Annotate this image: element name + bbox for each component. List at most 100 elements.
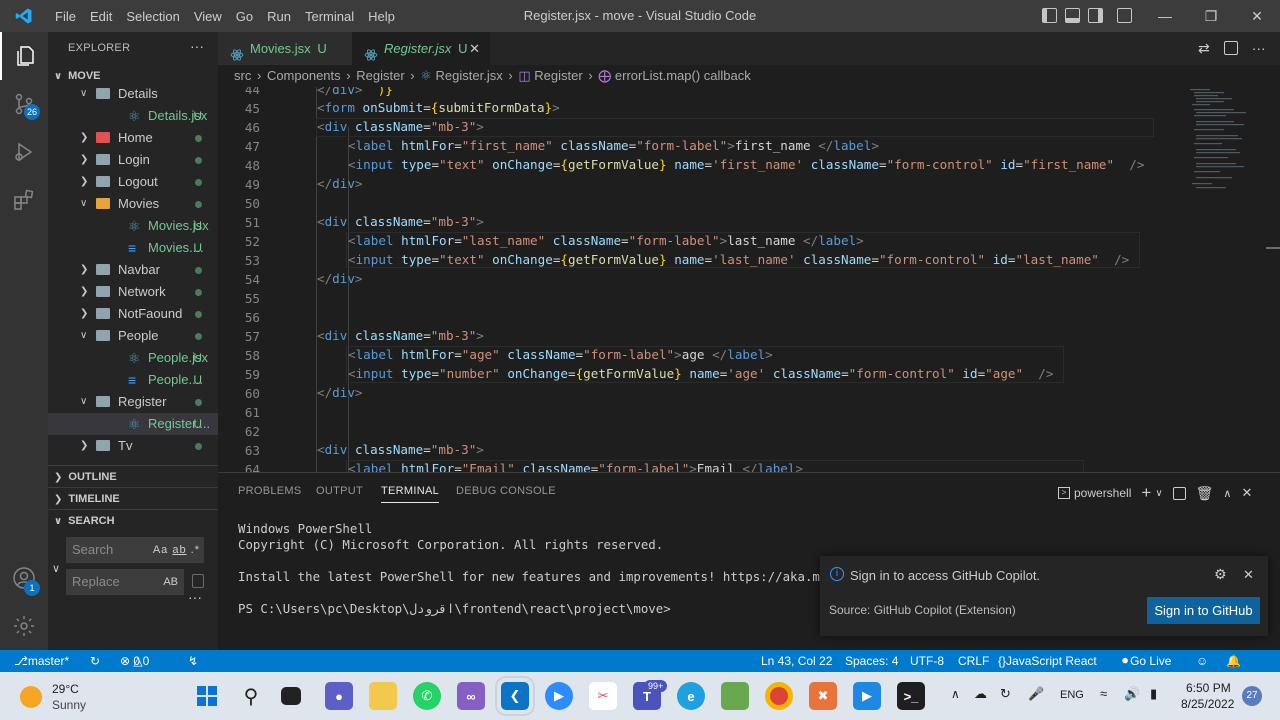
search-more-icon[interactable]: ···: [188, 589, 202, 605]
encoding[interactable]: UTF-8: [910, 650, 944, 672]
go-live-button[interactable]: ⚫ Go Live: [1120, 650, 1171, 672]
replace-input[interactable]: Replace AB: [66, 569, 184, 595]
extensions-icon[interactable]: [0, 176, 48, 224]
toggle-panel-icon[interactable]: [1065, 8, 1080, 23]
tree-item[interactable]: ∨ Details: [48, 87, 218, 105]
minimize-icon[interactable]: —: [1142, 0, 1188, 32]
language-indicator[interactable]: ENG: [1060, 689, 1084, 701]
gear-icon[interactable]: ⚙: [1214, 566, 1227, 583]
tree-item[interactable]: ≡ Movies.... U: [48, 237, 218, 259]
live-share-icon[interactable]: ↯: [188, 650, 198, 672]
problems-indicator[interactable]: ⊗ 0 △ 0: [120, 650, 149, 672]
minimap[interactable]: [1186, 87, 1280, 472]
visual-studio-icon[interactable]: ∞: [457, 682, 485, 710]
source-control-icon[interactable]: 26: [0, 80, 48, 128]
tree-item[interactable]: ⚛ Details.jsx U: [48, 105, 218, 127]
cursor-position[interactable]: Ln 43, Col 22: [761, 650, 832, 672]
tree-item[interactable]: ❯ Logout: [48, 171, 218, 193]
close-tab-icon[interactable]: ✕: [469, 32, 480, 65]
tree-item[interactable]: ❯ NotFaound: [48, 303, 218, 325]
language-mode[interactable]: {} JavaScript React: [998, 650, 1097, 672]
chevron-down-icon[interactable]: ∨: [1155, 488, 1162, 499]
microphone-icon[interactable]: 🎤: [1028, 686, 1044, 702]
volume-icon[interactable]: 🔊: [1124, 686, 1140, 702]
toggle-sidebar-icon[interactable]: [1042, 8, 1057, 23]
close-icon[interactable]: ✕: [1243, 567, 1254, 583]
restore-icon[interactable]: ❐: [1188, 0, 1234, 32]
tree-item[interactable]: ❯ Home: [48, 127, 218, 149]
branch-indicator[interactable]: ⎇ master*: [14, 650, 69, 672]
tree-item[interactable]: ⚛ Register.... U: [48, 413, 218, 435]
regex-icon[interactable]: .*: [191, 544, 200, 556]
more-actions-icon[interactable]: ···: [1252, 40, 1266, 57]
tree-item[interactable]: ⚛ Movies.jsx U: [48, 215, 218, 237]
cloud-icon[interactable]: ☁: [974, 686, 987, 702]
account-icon[interactable]: ☺: [1196, 650, 1208, 672]
breadcrumb-register-file[interactable]: Register.jsx: [436, 68, 503, 83]
customize-layout-icon[interactable]: [1117, 8, 1132, 23]
menu-edit[interactable]: Edit: [83, 9, 119, 24]
tree-item[interactable]: ❯ Navbar: [48, 259, 218, 281]
breadcrumb-register-folder[interactable]: Register: [356, 68, 404, 83]
clock-time[interactable]: 6:50 PM: [1186, 681, 1231, 695]
menu-view[interactable]: View: [187, 9, 229, 24]
breadcrumb-src[interactable]: src: [234, 68, 251, 83]
more-actions-icon[interactable]: ···: [190, 38, 204, 54]
tab-debug-console[interactable]: DEBUG CONSOLE: [456, 485, 556, 497]
bell-icon[interactable]: 🔔: [1226, 650, 1241, 672]
battery-icon[interactable]: ▮: [1150, 686, 1157, 702]
split-terminal-icon[interactable]: [1172, 486, 1186, 500]
compare-icon[interactable]: ⇄: [1198, 40, 1210, 57]
breadcrumb-callback[interactable]: errorList.map() callback: [615, 68, 751, 83]
task-view-icon[interactable]: [281, 687, 301, 705]
shell-selector[interactable]: powershell: [1074, 486, 1131, 500]
teams-chat-icon[interactable]: ●: [325, 682, 353, 710]
breadcrumb-components[interactable]: Components: [267, 68, 341, 83]
tree-item[interactable]: ≡ People.... U: [48, 369, 218, 391]
sync-icon[interactable]: ↻: [90, 650, 100, 672]
tree-item[interactable]: ∨ People: [48, 325, 218, 347]
vscode-taskbar-icon[interactable]: ❮: [495, 676, 535, 716]
manage-gear-icon[interactable]: [0, 602, 48, 650]
xampp-icon[interactable]: ✖: [809, 682, 837, 710]
wifi-icon[interactable]: ≈: [1100, 686, 1107, 701]
explorer-icon[interactable]: [0, 32, 48, 80]
notification-count-badge[interactable]: 27: [1242, 686, 1262, 706]
toggle-secondary-sidebar-icon[interactable]: [1088, 8, 1103, 23]
menu-file[interactable]: File: [48, 9, 83, 24]
menu-selection[interactable]: Selection: [119, 9, 186, 24]
search-input[interactable]: Search Aa ab .*: [66, 537, 204, 563]
code-editor[interactable]: 44 45 46 47 48 49 50 51 52 53 54 55 56 57 58 59 60 61 62 63…: [218, 87, 1280, 472]
chrome-icon[interactable]: [765, 682, 793, 710]
menu-run[interactable]: Run: [260, 9, 298, 24]
tree-item[interactable]: ∨ Movies: [48, 193, 218, 215]
sun-icon[interactable]: [20, 686, 42, 708]
search-options[interactable]: Aa ab .*: [153, 537, 200, 563]
trash-icon[interactable]: 🗑: [1196, 485, 1214, 502]
tree-item[interactable]: ❯ Login: [48, 149, 218, 171]
sync-app-icon[interactable]: ↻: [1000, 686, 1011, 702]
search-icon[interactable]: ⚲: [237, 682, 265, 710]
sign-in-github-button[interactable]: Sign in to GitHub: [1147, 597, 1260, 624]
edge-icon[interactable]: e: [677, 682, 705, 710]
tab-output[interactable]: OUTPUT: [316, 485, 363, 497]
chevron-up-icon[interactable]: ∧: [951, 687, 960, 701]
menu-help[interactable]: Help: [361, 9, 402, 24]
close-panel-icon[interactable]: ✕: [1241, 485, 1252, 501]
tab-movies-jsx[interactable]: Movies.jsx U: [218, 32, 352, 65]
search-section[interactable]: ∨ SEARCH: [48, 509, 218, 531]
whatsapp-icon[interactable]: ✆: [413, 682, 441, 710]
preserve-case-icon[interactable]: AB: [163, 569, 178, 595]
snipping-tool-icon[interactable]: ✂: [589, 682, 617, 710]
tree-item[interactable]: ❯ Network: [48, 281, 218, 303]
close-window-icon[interactable]: ✕: [1234, 0, 1280, 32]
media-player-icon[interactable]: ▶: [853, 682, 881, 710]
terminal-app-icon[interactable]: >_: [897, 682, 925, 710]
tree-item[interactable]: ∨ Register: [48, 391, 218, 413]
terminal-prompt[interactable]: PS C:\Users\pc\Desktop\اقرودل\frontend\r…: [238, 601, 671, 616]
menu-terminal[interactable]: Terminal: [298, 9, 361, 24]
run-debug-icon[interactable]: [0, 128, 48, 176]
tab-terminal[interactable]: TERMINAL: [381, 485, 440, 503]
workspace-root[interactable]: ∨ MOVE: [48, 65, 101, 87]
indentation[interactable]: Spaces: 4: [845, 650, 898, 672]
